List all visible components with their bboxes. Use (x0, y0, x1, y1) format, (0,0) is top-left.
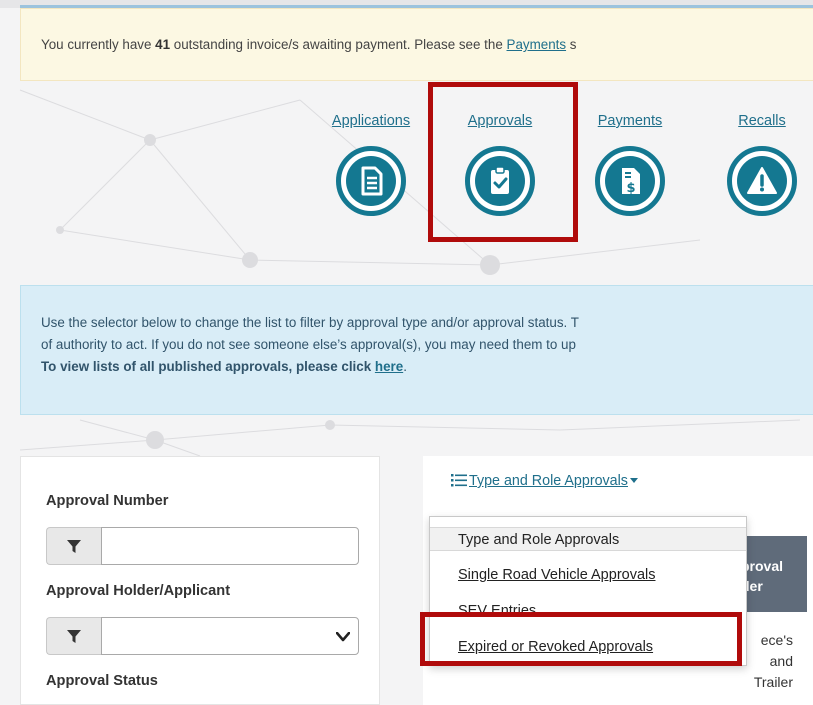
info-line-3-end: . (403, 359, 407, 374)
approval-number-row (46, 527, 379, 565)
approval-type-dropdown-toggle[interactable]: Type and Role Approvals (451, 473, 638, 489)
info-line-1: Use the selector below to change the lis… (41, 315, 579, 330)
nav-applications-label[interactable]: Applications (311, 112, 431, 132)
approval-holder-row (46, 617, 379, 655)
top-strip (0, 0, 813, 8)
invoice-count: 41 (155, 37, 171, 52)
outstanding-invoices-alert: You currently have 41 outstanding invoic… (20, 8, 813, 81)
info-line-3: To view lists of all published approvals… (41, 356, 813, 378)
approval-holder-filter-button[interactable] (46, 617, 101, 655)
header-line-1: proval (741, 558, 784, 574)
approval-type-dropdown-label[interactable]: Type and Role Approvals (469, 473, 628, 489)
filter-panel: Approval Number Approval Holder/Applican… (20, 456, 380, 705)
approval-status-label: Approval Status (46, 673, 158, 689)
svg-text:$: $ (626, 181, 635, 196)
approvals-highlight-box (428, 82, 578, 242)
nav-payments-label[interactable]: Payments (570, 112, 690, 132)
info-line-2: of authority to act. If you do not see s… (41, 337, 576, 352)
expired-revoked-highlight-box (420, 612, 742, 666)
approval-number-filter-button[interactable] (46, 527, 101, 565)
approval-number-input[interactable] (101, 527, 359, 565)
published-approvals-link[interactable]: here (375, 359, 403, 374)
nav-recalls-label[interactable]: Recalls (702, 112, 813, 132)
filter-instructions: Use the selector below to change the lis… (20, 285, 813, 415)
header-line-2: der (741, 578, 763, 594)
invoice-dollar-icon[interactable]: $ (595, 146, 665, 216)
filter-icon (67, 540, 81, 553)
menu-item-single-road-vehicle[interactable]: Single Road Vehicle Approvals (430, 563, 746, 587)
filter-icon (67, 630, 81, 643)
chevron-down-icon (336, 632, 350, 642)
payments-link[interactable]: Payments (507, 37, 567, 52)
info-line-3-text: To view lists of all published approvals… (41, 359, 375, 374)
alert-prefix: You currently have (41, 37, 156, 52)
nav-payments[interactable]: Payments $ (570, 112, 690, 216)
approval-number-label: Approval Number (46, 493, 169, 509)
approval-holder-label: Approval Holder/Applicant (46, 583, 231, 599)
nav-applications[interactable]: Applications (311, 112, 431, 216)
warning-triangle-icon[interactable] (727, 146, 797, 216)
alert-suffix: s (566, 37, 577, 52)
approval-holder-select[interactable] (101, 617, 359, 655)
list-icon (451, 474, 467, 487)
menu-item-type-and-role[interactable]: Type and Role Approvals (430, 527, 746, 551)
alert-middle: outstanding invoice/s awaiting payment. … (170, 37, 507, 52)
nav-recalls[interactable]: Recalls (702, 112, 813, 216)
document-icon[interactable] (336, 146, 406, 216)
caret-down-icon (629, 478, 638, 483)
